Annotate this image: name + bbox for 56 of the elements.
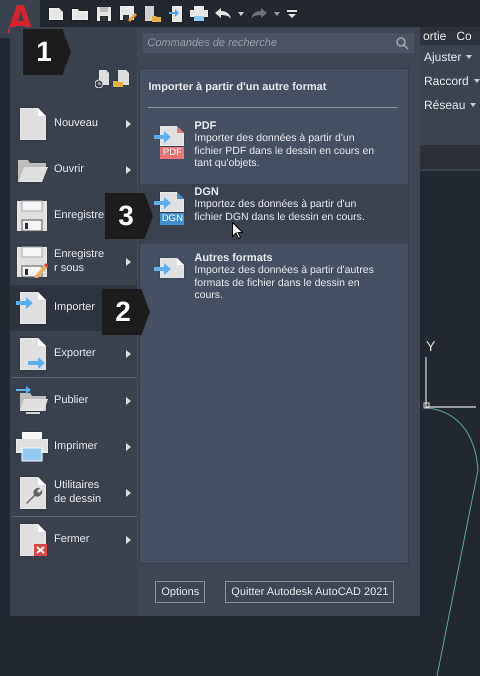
floppy-pencil-icon	[16, 246, 48, 278]
menu-item[interactable]: Fermer	[10, 517, 138, 563]
menu-item[interactable]: Nouveau	[10, 101, 138, 147]
menu-item[interactable]: Enregistre r sous	[10, 239, 138, 285]
customize-dropdown-icon[interactable]	[287, 10, 297, 18]
submenu-arrow-icon	[126, 536, 131, 544]
document-clock-icon[interactable]	[95, 70, 110, 88]
footer-button[interactable]: Quitter Autodesk AutoCAD 2021	[225, 581, 394, 603]
submenu-arrow-icon	[126, 166, 131, 174]
document-icon[interactable]	[48, 6, 64, 22]
step-callout-tooltip: 2	[102, 289, 150, 335]
printer-icon	[16, 431, 48, 463]
submenu-arrow-icon	[126, 397, 131, 405]
ribbon-tool[interactable]: Ajuster	[420, 45, 480, 69]
axis-label: Y	[426, 338, 436, 354]
undo-icon[interactable]	[215, 8, 231, 20]
document-arrow-icon	[154, 258, 184, 278]
caret-icon	[474, 79, 480, 83]
document-folder-icon[interactable]	[113, 70, 130, 88]
submenu-arrow-icon	[126, 350, 131, 358]
document-arrow-icon	[154, 192, 184, 212]
submenu-arrow-icon	[126, 120, 131, 128]
document-arrow-icon	[16, 292, 48, 324]
submenu-item[interactable]: DGN DGN Importez des données à partir d'un fichier DGN dans le dessin en cours.	[140, 184, 408, 244]
caret-icon	[470, 103, 476, 107]
search-icon	[396, 37, 409, 50]
submenu-arrow-icon	[126, 489, 131, 497]
submenu-arrow-icon	[126, 258, 131, 266]
ribbon-tool[interactable]: Réseau	[420, 93, 480, 117]
cursor-icon	[232, 222, 243, 239]
redo-icon[interactable]	[251, 8, 267, 20]
menu-item[interactable]: Publier	[10, 378, 138, 424]
menu-item[interactable]: Utilitaires de dessin	[10, 470, 138, 516]
search-field[interactable]: Commandes de recherche	[143, 33, 414, 53]
ribbon-tool[interactable]: Raccord	[420, 69, 480, 93]
menu-item[interactable]: Ouvrir	[10, 147, 138, 193]
folder-arrow-icon	[16, 385, 48, 417]
caret-icon	[466, 55, 472, 59]
step-callout-tooltip: 3	[105, 193, 153, 239]
file-type-label: DGN	[160, 213, 184, 225]
caret-icon[interactable]	[274, 12, 280, 16]
printer-icon[interactable]	[190, 6, 208, 22]
caret-icon[interactable]	[238, 12, 244, 16]
floppy-pencil-icon[interactable]	[119, 5, 137, 22]
submenu-arrow-icon	[126, 443, 131, 451]
ribbon-tab[interactable]: Co	[456, 29, 472, 43]
step-callout-tooltip: 1	[23, 29, 71, 75]
submenu-title: Importer à partir d'un autre format	[147, 80, 328, 95]
ribbon-tab[interactable]: ortie	[423, 29, 446, 43]
menu-item[interactable]: Imprimer	[10, 424, 138, 470]
footer-button[interactable]: Options	[155, 581, 206, 603]
file-type-label: PDF	[160, 147, 184, 159]
document-arrow-icon	[154, 126, 184, 146]
submenu-item[interactable]: PDF PDF Importer des données à partir d'un fichier PDF dans le dessin en cours en tant qu'objets.	[140, 118, 408, 178]
ucs-icon	[424, 357, 476, 408]
document-folder-icon[interactable]	[144, 4, 162, 22]
